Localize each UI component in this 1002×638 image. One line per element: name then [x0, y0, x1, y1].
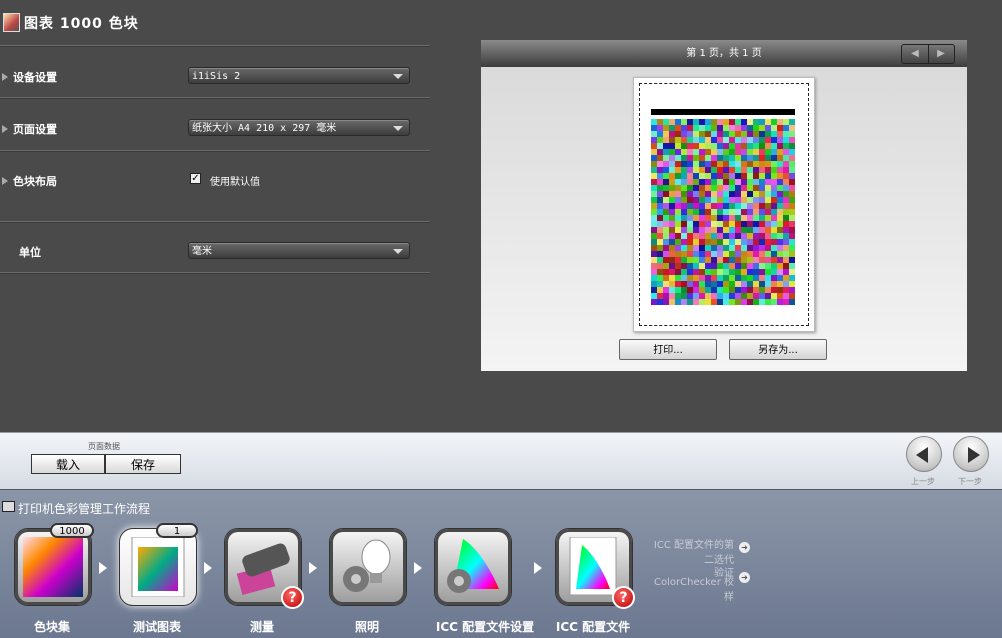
colorchecker-proof-option[interactable]: ColorChecker 校 样: [640, 573, 734, 603]
next-step-button[interactable]: [953, 436, 989, 472]
arrow-right-icon[interactable]: ➜: [739, 542, 750, 553]
next-step-label: 下一步: [958, 477, 982, 486]
preview-header: 第 1 页，共 1 页 ◀ ▶: [481, 40, 967, 67]
page-size-dropdown[interactable]: 纸张大小 A4 210 x 297 毫米: [188, 119, 410, 136]
step-patch-set[interactable]: [14, 528, 92, 606]
chart-document-icon: [3, 13, 20, 32]
divider: [0, 97, 430, 99]
warning-icon: ?: [612, 586, 635, 609]
units-label: 单位: [19, 246, 41, 259]
save-button[interactable]: 保存: [105, 454, 181, 474]
save-as-button[interactable]: 另存为...: [729, 339, 827, 360]
device-settings-toggle[interactable]: 设备设置: [2, 69, 57, 85]
step-label-patch-set: 色块集: [33, 620, 70, 634]
lighting-icon: [343, 539, 391, 592]
print-button[interactable]: 打印...: [619, 339, 717, 360]
divider: [0, 45, 430, 47]
arrow-right-icon: [968, 447, 980, 463]
workflow-title: 打印机色彩管理工作流程: [18, 502, 151, 516]
device-value: i1iSis 2: [192, 71, 241, 82]
expand-arrow-icon: [2, 125, 8, 133]
step-label-test-chart: 测试图表: [132, 620, 181, 634]
chevron-down-icon: [393, 74, 403, 79]
chevron-right-icon: [414, 562, 422, 574]
device-settings-label: 设备设置: [13, 71, 57, 84]
divider: [0, 150, 430, 152]
test-chart-icon: [131, 537, 185, 597]
color-patch-grid: [651, 119, 795, 305]
device-dropdown[interactable]: i1iSis 2: [188, 67, 410, 84]
load-button[interactable]: 载入: [31, 454, 105, 474]
option-line: ColorChecker 校: [654, 577, 734, 588]
step-label-icc-settings: ICC 配置文件设置: [435, 620, 535, 634]
patch-layout-toggle[interactable]: 色块布局: [2, 173, 57, 189]
step-icc-settings[interactable]: [434, 528, 512, 606]
units-value: 毫米: [192, 246, 212, 257]
page-settings-label: 页面设置: [13, 123, 57, 136]
page-nav-group: ◀ ▶: [901, 44, 955, 64]
use-default-label: 使用默认值: [210, 177, 260, 188]
page-header-bar: [651, 109, 795, 115]
step-test-chart[interactable]: [119, 528, 197, 606]
step-label-lighting: 照明: [354, 620, 379, 634]
step-lighting[interactable]: [329, 528, 407, 606]
prev-step-label: 上一步: [911, 477, 935, 486]
expand-arrow-icon: [2, 73, 8, 81]
option-line: 样: [724, 592, 734, 603]
page-title: 图表 1000 色块: [24, 16, 139, 32]
page-indicator: 第 1 页，共 1 页: [686, 48, 762, 59]
warning-icon: ?: [281, 586, 304, 609]
option-line: ICC 配置文件的第: [653, 540, 734, 551]
step-label-icc-profile: ICC 配置文件: [555, 620, 631, 634]
patch-count-badge: 1000: [50, 523, 94, 538]
preview-panel: 第 1 页，共 1 页 ◀ ▶ 打印... 另存为...: [481, 40, 967, 371]
chevron-right-icon: [99, 562, 107, 574]
step-label-measure: 测量: [249, 620, 274, 634]
page-data-bar: 页面数据 载入 保存 上一步 下一步: [0, 432, 1002, 490]
use-default-checkbox[interactable]: ✓: [190, 173, 201, 184]
arrow-left-icon: [916, 447, 928, 463]
chart-page-preview: [633, 77, 815, 332]
icc-settings-icon: [447, 539, 499, 593]
divider: [0, 221, 430, 223]
prev-step-button[interactable]: [906, 436, 942, 472]
patch-set-icon: [23, 537, 83, 597]
prev-page-icon[interactable]: ◀: [902, 45, 929, 63]
divider: [0, 272, 430, 274]
page-data-label: 页面数据: [88, 442, 120, 451]
chevron-right-icon: [534, 562, 542, 574]
chevron-right-icon: [309, 562, 317, 574]
expand-arrow-icon: [2, 177, 8, 185]
printer-icon: [2, 501, 15, 512]
next-page-icon[interactable]: ▶: [928, 45, 954, 63]
patch-layout-label: 色块布局: [13, 175, 57, 188]
chevron-right-icon: [204, 562, 212, 574]
page-size-value: 纸张大小 A4 210 x 297 毫米: [192, 123, 337, 134]
chevron-down-icon: [393, 126, 403, 131]
chevron-down-icon: [393, 249, 403, 254]
workflow-panel: 打印机色彩管理工作流程 1000 色块集 1 测试图表 ? 测量 照明 ICC …: [0, 489, 1002, 638]
window-header: 图表 1000 色块: [0, 0, 432, 44]
units-dropdown[interactable]: 毫米: [188, 242, 410, 259]
page-count-badge: 1: [156, 523, 198, 538]
page-settings-toggle[interactable]: 页面设置: [2, 121, 57, 137]
arrow-right-icon[interactable]: ➜: [739, 572, 750, 583]
